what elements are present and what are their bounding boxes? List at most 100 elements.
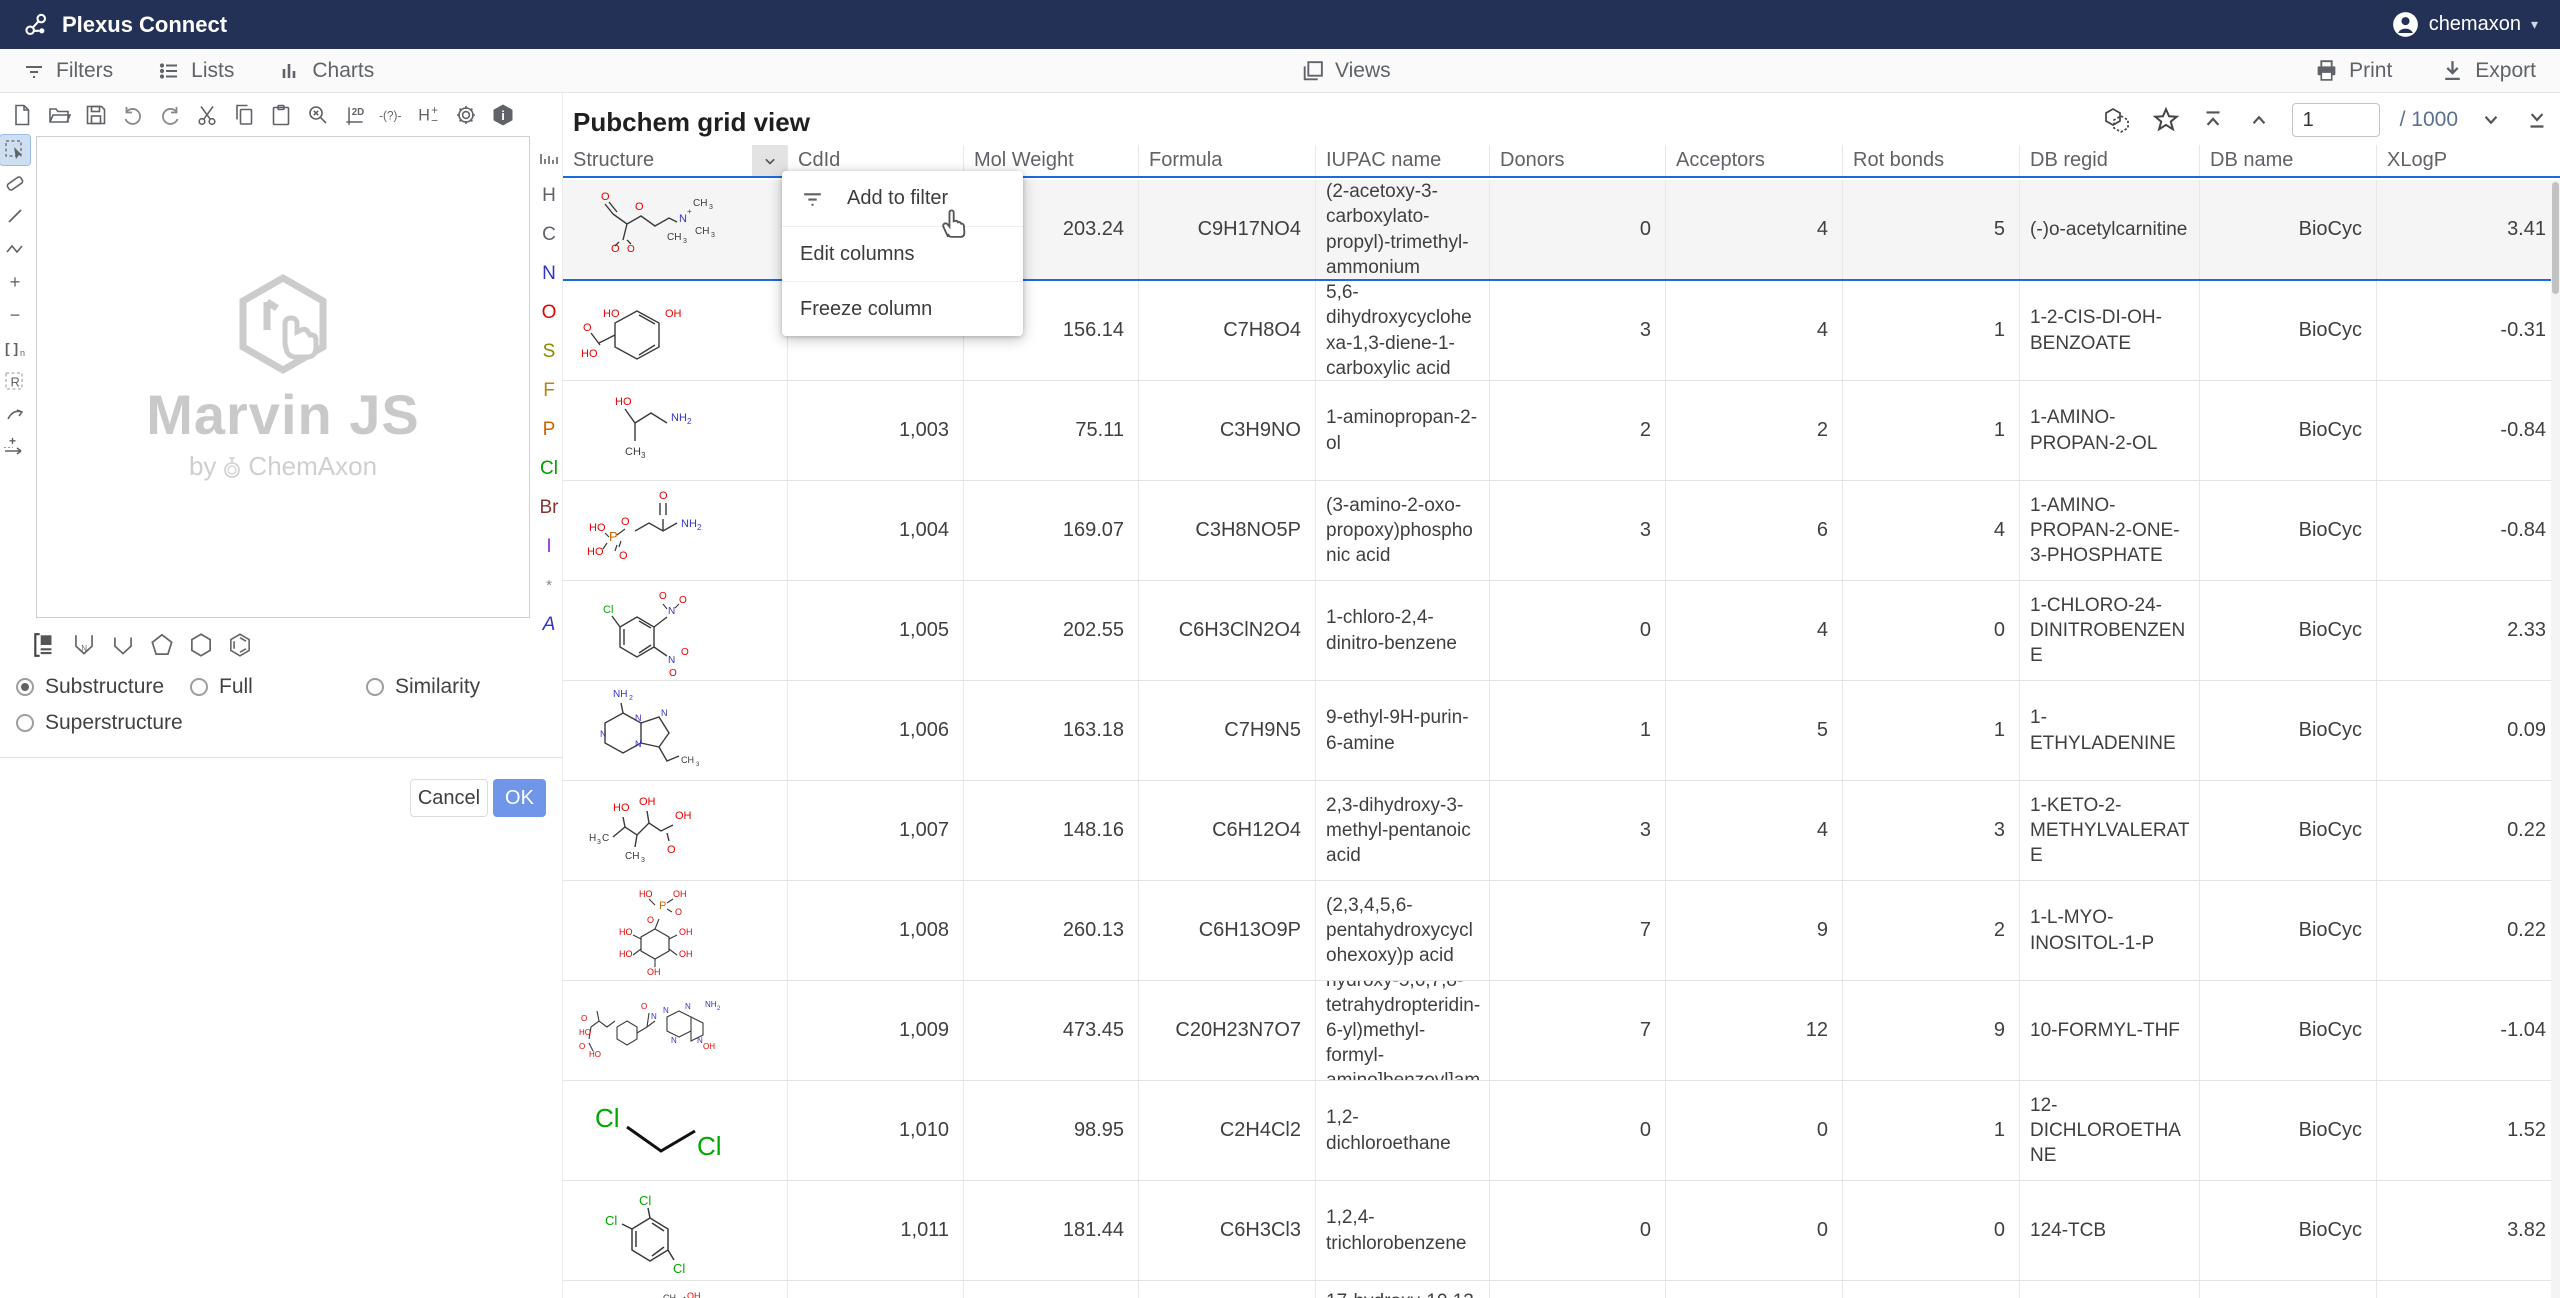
scrollbar-thumb[interactable] — [2552, 182, 2559, 294]
template-pyrrole-icon[interactable]: N — [69, 630, 99, 660]
bond-tool-icon[interactable] — [0, 201, 30, 231]
menu-item-add-to-filter[interactable]: Add to filter — [782, 171, 1023, 226]
element-F[interactable]: F — [536, 371, 562, 410]
ok-button[interactable]: OK — [493, 779, 546, 817]
element-H[interactable]: H — [536, 176, 562, 215]
template-cyclohexane-icon[interactable] — [186, 630, 216, 660]
column-header-xlogp[interactable]: XLogP — [2376, 145, 2560, 176]
element-A[interactable]: A — [536, 605, 562, 644]
favorite-star-icon[interactable] — [2152, 106, 2180, 134]
chain-tool-icon[interactable] — [0, 234, 30, 264]
next-page-icon[interactable] — [2478, 107, 2504, 133]
column-header-acceptors[interactable]: Acceptors — [1665, 145, 1842, 176]
table-row[interactable]: ClClCl1,011181.44C6H3Cl31,2,4-trichlorob… — [563, 1181, 2560, 1281]
structure-drawing: HOOHOHO — [563, 281, 787, 380]
print-button[interactable]: Print — [2314, 58, 2392, 83]
save-icon[interactable] — [80, 99, 112, 131]
table-row[interactable]: HOOHHOOHOH PHOOHOO 1,008260.13C6H13O9P(2… — [563, 881, 2560, 981]
redo-icon[interactable] — [154, 99, 186, 131]
structure-view-icon[interactable] — [2102, 105, 2132, 135]
element-P[interactable]: P — [536, 410, 562, 449]
previous-page-icon[interactable] — [2246, 107, 2272, 133]
element-O[interactable]: O — [536, 293, 562, 332]
element-Cl[interactable]: Cl — [536, 449, 562, 488]
radio-similarity[interactable] — [366, 678, 384, 696]
r-group-icon[interactable]: R — [0, 366, 30, 396]
table-row[interactable]: ClNOO NOO1,005202.55C6H3ClN2O41-chloro-2… — [563, 581, 2560, 681]
column-header-rot_bonds[interactable]: Rot bonds — [1842, 145, 2019, 176]
radio-full[interactable] — [190, 678, 208, 696]
add-remove-hydrogens-icon[interactable]: H + − — [413, 99, 445, 131]
lists-button[interactable]: Lists — [157, 59, 234, 83]
table-row[interactable]: NH2NNNN CH31,006163.18C7H9N59-ethyl-9H-p… — [563, 681, 2560, 781]
column-header-iupac[interactable]: IUPAC name — [1315, 145, 1489, 176]
element-S[interactable]: S — [536, 332, 562, 371]
template-benzene-icon[interactable] — [225, 630, 255, 660]
column-header-db_regid[interactable]: DB regid — [2019, 145, 2199, 176]
marvin-canvas[interactable]: Marvin JS by ChemAxon — [36, 136, 530, 618]
info-icon[interactable]: i — [487, 99, 519, 131]
marvin-toolbar: 2D -(?)- H + − i — [6, 99, 519, 131]
table-row[interactable]: H3C HOOHOHOCH31,007148.16C6H12O42,3-dihy… — [563, 781, 2560, 881]
periodic-table-icon[interactable] — [536, 137, 562, 176]
charts-button[interactable]: Charts — [278, 59, 374, 83]
svg-text:P: P — [659, 900, 666, 912]
search-mode-similarity[interactable]: Similarity — [366, 675, 480, 699]
eraser-tool-icon[interactable] — [0, 168, 30, 198]
views-button[interactable]: Views — [1300, 58, 1391, 83]
template-library-icon[interactable] — [30, 630, 60, 660]
open-icon[interactable] — [43, 99, 75, 131]
page-number-input[interactable] — [2292, 103, 2380, 137]
user-menu[interactable]: chemaxon ▾ — [2392, 11, 2538, 38]
abbreviated-group-icon[interactable]: -(?)- — [376, 99, 408, 131]
paste-icon[interactable] — [265, 99, 297, 131]
reaction-arrow-icon[interactable]: + — [0, 432, 30, 462]
copy-icon[interactable] — [228, 99, 260, 131]
repeating-group-icon[interactable]: [ ] n — [0, 333, 30, 363]
column-header-formula[interactable]: Formula — [1138, 145, 1315, 176]
menu-item-freeze-column[interactable]: Freeze column — [782, 281, 1023, 336]
settings-gear-icon[interactable] — [450, 99, 482, 131]
svg-text:Cl: Cl — [639, 1193, 651, 1208]
clean-2d-icon[interactable]: 2D — [339, 99, 371, 131]
element-any-atom[interactable]: * — [536, 566, 562, 605]
radio-superstructure[interactable] — [16, 714, 34, 732]
search-mode-superstructure[interactable]: Superstructure — [16, 711, 183, 735]
menu-bar: Filters Lists Charts — [0, 49, 2560, 93]
element-I[interactable]: I — [536, 527, 562, 566]
last-page-icon[interactable] — [2524, 107, 2550, 133]
column-header-structure[interactable]: Structure — [563, 145, 787, 176]
cut-icon[interactable] — [191, 99, 223, 131]
menu-item-edit-columns[interactable]: Edit columns — [782, 226, 1023, 281]
search-mode-full[interactable]: Full — [190, 675, 253, 699]
column-header-donors[interactable]: Donors — [1489, 145, 1665, 176]
column-header-db_name[interactable]: DB name — [2199, 145, 2376, 176]
new-document-icon[interactable] — [6, 99, 38, 131]
element-Br[interactable]: Br — [536, 488, 562, 527]
decrease-charge-icon[interactable]: − — [0, 300, 30, 330]
zoom-icon[interactable] — [302, 99, 334, 131]
select-tool-icon[interactable] — [0, 135, 30, 165]
template-cyclopentane-icon[interactable] — [147, 630, 177, 660]
filters-button[interactable]: Filters — [22, 59, 113, 83]
export-button[interactable]: Export — [2440, 58, 2536, 83]
table-row[interactable]: HO NH2CH31,00375.11C3H9NO1-aminopropan-2… — [563, 381, 2560, 481]
undo-icon[interactable] — [117, 99, 149, 131]
structure-column-menu-button[interactable] — [752, 145, 787, 176]
element-N[interactable]: N — [536, 254, 562, 293]
element-C[interactable]: C — [536, 215, 562, 254]
table-row[interactable]: O NH2OP HOHOO 1,004169.07C3H8NO5P(3-amin… — [563, 481, 2560, 581]
table-row[interactable]: Cl Cl1,01098.95C2H4Cl21,2-dichloroethane… — [563, 1081, 2560, 1181]
template-cyclopentadiene-icon[interactable] — [108, 630, 138, 660]
svg-text:3: 3 — [641, 857, 645, 864]
radio-substructure[interactable] — [16, 678, 34, 696]
first-page-icon[interactable] — [2200, 107, 2226, 133]
table-row[interactable]: OHOOHO ON NNNN NH2OH1,009473.45C20H23N7O… — [563, 981, 2560, 1081]
sprout-bond-icon[interactable] — [0, 399, 30, 429]
cancel-button[interactable]: Cancel — [410, 779, 488, 817]
table-row[interactable]: CH3OH17-hydroxy-10,13-dimethyl — [563, 1281, 2560, 1298]
search-mode-substructure[interactable]: Substructure — [16, 675, 164, 699]
increase-charge-icon[interactable]: + — [0, 267, 30, 297]
table-scrollbar[interactable] — [2551, 180, 2560, 1298]
svg-text:2: 2 — [697, 523, 702, 532]
